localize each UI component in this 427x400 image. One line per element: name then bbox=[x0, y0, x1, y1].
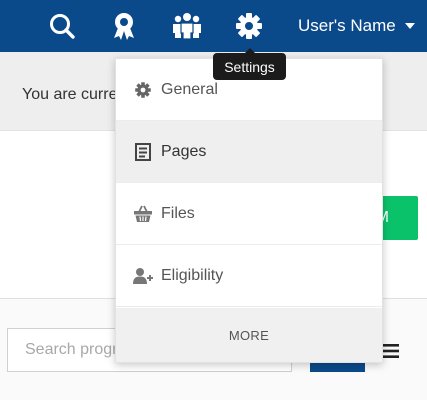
menu-item-files[interactable]: Files bbox=[116, 183, 382, 245]
users-group-icon[interactable] bbox=[171, 10, 203, 42]
menu-more-button[interactable]: MORE bbox=[116, 308, 382, 362]
top-nav-bar: User's Name bbox=[0, 0, 427, 52]
menu-item-label: Files bbox=[161, 204, 195, 222]
menu-more-label: MORE bbox=[228, 327, 270, 343]
user-name: User's Name bbox=[298, 16, 396, 35]
basket-icon bbox=[133, 204, 153, 224]
menu-item-eligibility[interactable]: Eligibility bbox=[116, 245, 382, 307]
menu-item-label: Eligibility bbox=[161, 266, 224, 284]
user-menu[interactable]: User's Name bbox=[298, 0, 415, 52]
settings-dropdown: General Pages Files Eligibility MORE bbox=[115, 58, 383, 363]
menu-item-pages[interactable]: Pages bbox=[116, 121, 382, 183]
hamburger-icon bbox=[381, 344, 399, 358]
search-icon[interactable] bbox=[46, 10, 78, 42]
user-plus-icon bbox=[133, 266, 153, 286]
notice-text: You are currently bbox=[22, 86, 117, 103]
chevron-down-icon bbox=[404, 23, 415, 29]
menu-item-label: General bbox=[161, 80, 218, 98]
gear-icon bbox=[133, 80, 153, 100]
award-icon[interactable] bbox=[108, 10, 140, 42]
menu-item-label: Pages bbox=[161, 142, 207, 160]
gear-icon[interactable] bbox=[233, 10, 265, 42]
page-icon bbox=[133, 142, 153, 162]
settings-tooltip: Settings bbox=[213, 48, 286, 80]
